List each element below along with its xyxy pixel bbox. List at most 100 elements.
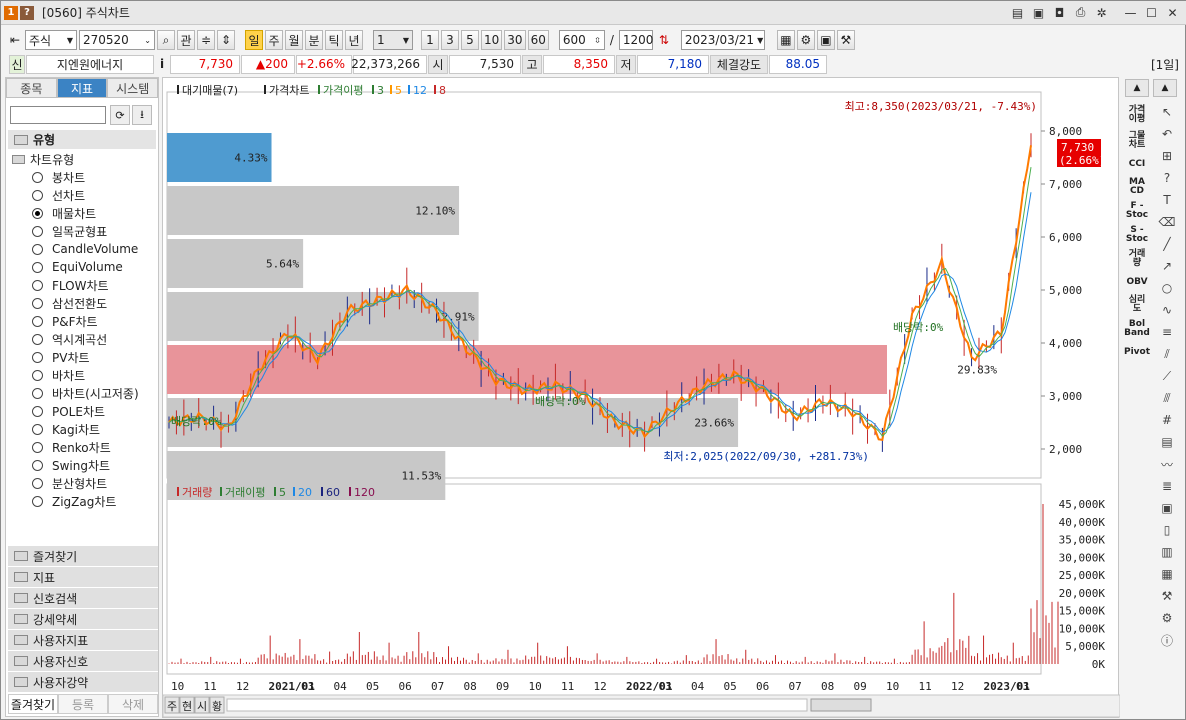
chart-type-option[interactable]: 분산형차트 [32,474,139,492]
radio-button[interactable] [32,477,43,489]
grid-table-icon[interactable]: ▦ [1153,563,1181,585]
ray-line-icon[interactable]: ↗ [1153,255,1181,277]
refresh-icon[interactable]: ⇅ [655,30,673,50]
chart-type-option[interactable]: ZigZag차트 [32,492,139,510]
chart-area[interactable]: 4.33% 12.10% 5.64% 12.91% 29.83% 23.66% 11.53%… [162,77,1120,719]
radio-button[interactable] [32,189,43,201]
cycle-line-icon[interactable]: 〰 [1153,453,1181,475]
search-icon[interactable]: ⌕ [157,30,175,50]
print-icon[interactable]: ⎙ [1072,4,1089,21]
stock-name[interactable]: 지엔원에너지 [26,54,154,74]
radio-button[interactable] [32,405,43,417]
market-select[interactable]: 주식 ▼ [25,30,77,50]
tool-settings-icon[interactable]: ⚙ [1153,607,1181,629]
interval-30-button[interactable]: 30 [504,30,526,50]
radio-button[interactable] [32,387,43,399]
chart-tools-icon[interactable]: ⚒ [836,30,855,50]
radio-button[interactable] [32,459,43,471]
download-icon[interactable]: ⭳ [132,105,152,125]
info-icon[interactable]: i [155,55,169,74]
gann-grid-icon[interactable]: # [1153,409,1181,431]
chart-type-option[interactable]: Kagi차트 [32,420,139,438]
eraser-icon[interactable]: ⌫ [1153,211,1181,233]
group-item[interactable]: 즐겨찾기 [8,546,158,566]
chart-settings-icon[interactable]: ⚙ [796,30,815,50]
window-icon[interactable]: ▣ [1153,497,1181,519]
interval-select[interactable]: 1 ▼ [373,30,413,50]
minimize-button[interactable]: — [1122,4,1139,21]
chart-type-group[interactable]: 차트유형 [12,151,74,168]
chart-type-option[interactable]: 선차트 [32,186,139,204]
memo-icon[interactable]: ▤ [1009,4,1026,21]
prev-stock-icon[interactable]: ⇤ [7,30,23,50]
date-picker[interactable]: 2023/03/21 ▼ [680,30,765,50]
period-tick-button[interactable]: 틱 [325,30,343,50]
group-item[interactable]: 지표 [8,567,158,587]
group-item[interactable]: 사용자신호 [8,651,158,671]
radio-button[interactable] [32,351,43,363]
tab-stock[interactable]: 종목 [6,78,57,98]
select-all-icon[interactable]: ⊞ [1153,145,1181,167]
group-item[interactable]: 신호검색 [8,588,158,608]
pivot-indicator-button[interactable]: Pivot [1123,341,1151,363]
radio-button[interactable] [32,297,43,309]
document-icon[interactable]: ▯ [1153,519,1181,541]
chart-type-option[interactable]: Swing차트 [32,456,139,474]
interval-10-button[interactable]: 10 [481,30,503,50]
period-year-button[interactable]: 년 [345,30,363,50]
group-item[interactable]: 사용자지표 [8,630,158,650]
section-header[interactable]: 유형 [8,130,156,149]
chart-type-option[interactable]: EquiVolume [32,258,139,276]
wrench-icon[interactable]: ⚒ [1153,585,1181,607]
parallel-lines-icon[interactable]: ⫽ [1153,343,1181,365]
obv-indicator-button[interactable]: OBV [1123,271,1151,293]
info-circle-icon[interactable]: ⓘ [1153,629,1181,651]
circle-icon[interactable]: ○ [1153,277,1181,299]
sort-icon[interactable]: ≑ [197,30,215,50]
chart-type-option[interactable]: 역시계곡선 [32,330,139,348]
tab-indicator[interactable]: 지표 [56,78,108,98]
chart-type-option[interactable]: CandleVolume [32,240,139,258]
cursor-arrow-icon[interactable]: ↖ [1153,101,1181,123]
window-number-badge[interactable]: 1 [4,5,18,20]
trend-line-icon[interactable]: ╱ [1153,233,1181,255]
help-badge[interactable]: ? [20,5,34,20]
radio-button[interactable] [32,261,43,273]
speed-lines-icon[interactable]: ⫻ [1153,387,1181,409]
text-tool-icon[interactable]: T [1153,189,1181,211]
radio-button[interactable] [32,279,43,291]
chart-type-option[interactable]: P&F차트 [32,312,139,330]
tab-system[interactable]: 시스템 [107,78,159,98]
chart-canvas[interactable]: 4.33%12.10%5.64%12.91%29.83%23.66%11.53%… [163,78,1120,719]
chart-type-option[interactable]: 봉차트 [32,168,139,186]
undo-icon[interactable]: ↶ [1153,123,1181,145]
favorites-button[interactable]: 즐겨찾기 [8,694,58,714]
radio-button[interactable] [32,225,43,237]
watchlist-button[interactable]: 관 [177,30,195,50]
cci-indicator-button[interactable]: CCI [1123,153,1151,175]
radio-button[interactable] [32,315,43,327]
horizontal-lines-icon[interactable]: ≡ [1153,321,1181,343]
radio-button[interactable] [32,423,43,435]
save-icon[interactable]: ▣ [1030,4,1047,21]
period-minute-button[interactable]: 분 [305,30,323,50]
psych-indicator-button[interactable]: 심리 도 [1123,293,1151,317]
interval-60-button[interactable]: 60 [527,30,549,50]
interval-5-button[interactable]: 5 [461,30,479,50]
fstoc-indicator-button[interactable]: F - Stoc [1123,199,1151,223]
period-month-button[interactable]: 월 [285,30,303,50]
fan-line-icon[interactable]: ⟋ [1153,365,1181,387]
register-button[interactable]: 등록 [58,694,108,714]
period-week-button[interactable]: 주 [265,30,283,50]
volume-indicator-button[interactable]: 거래 량 [1123,247,1151,271]
chart-type-option[interactable]: 바차트 [32,366,139,384]
radio-button[interactable] [32,495,43,507]
delete-button[interactable]: 삭제 [108,694,158,714]
price-ma-indicator-button[interactable]: 가격 이평 [1123,101,1151,129]
updown-spinner-icon[interactable]: ⇕ [217,30,235,50]
count-input[interactable]: 600 ⇳ [558,30,605,50]
macd-indicator-button[interactable]: MA CD [1123,175,1151,199]
bar-chart-icon[interactable]: ▥ [1153,541,1181,563]
fibonacci-icon[interactable]: ▤ [1153,431,1181,453]
radio-button[interactable] [32,207,43,219]
